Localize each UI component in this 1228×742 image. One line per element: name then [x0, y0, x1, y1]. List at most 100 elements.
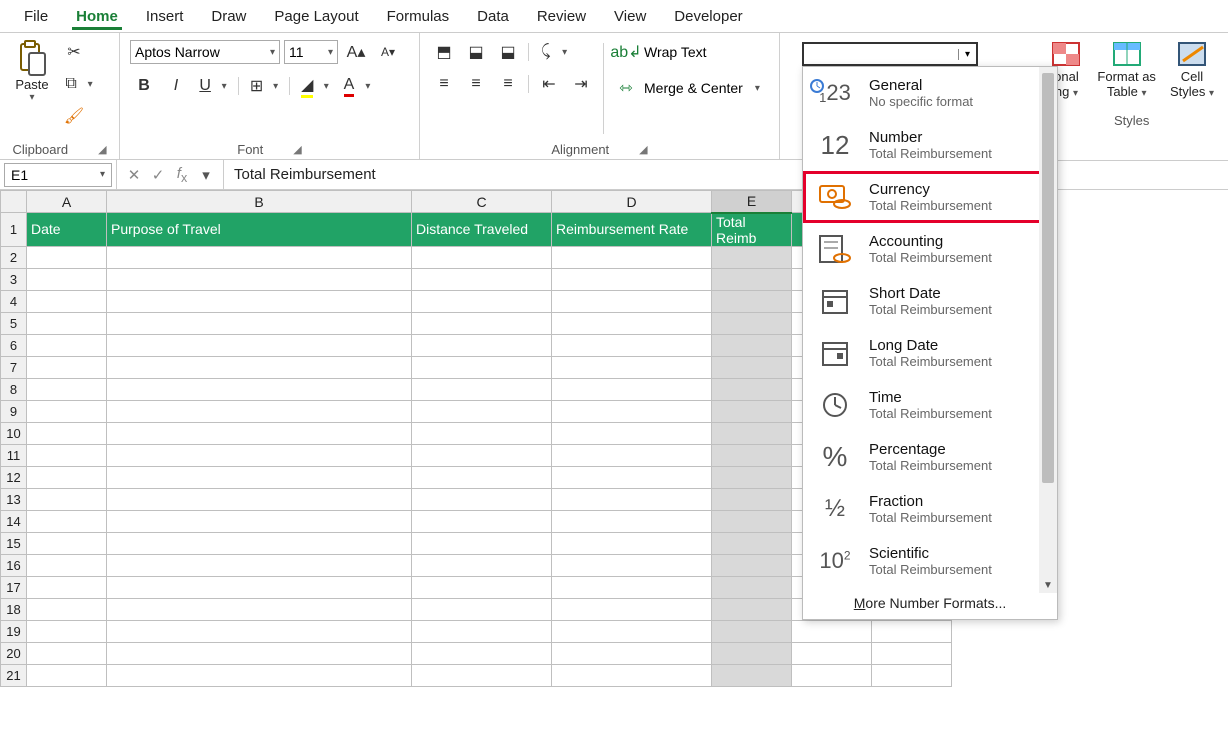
cell-E13[interactable]	[712, 488, 792, 510]
cell-H19[interactable]	[792, 620, 872, 642]
cell-E9[interactable]	[712, 400, 792, 422]
cell-C3[interactable]	[412, 268, 552, 290]
cell-C1[interactable]: Distance Traveled	[412, 213, 552, 247]
cut-button[interactable]: ✂	[60, 39, 88, 65]
number-format-item-currency[interactable]: Currency Total Reimbursement	[803, 171, 1057, 223]
row-header-7[interactable]: 7	[1, 356, 27, 378]
cell-A7[interactable]	[27, 356, 107, 378]
cell-B21[interactable]	[107, 664, 412, 686]
cell-D12[interactable]	[552, 466, 712, 488]
cell-D11[interactable]	[552, 444, 712, 466]
row-header-18[interactable]: 18	[1, 598, 27, 620]
cell-D17[interactable]	[552, 576, 712, 598]
cell-C15[interactable]	[412, 532, 552, 554]
cell-A14[interactable]	[27, 510, 107, 532]
cell-A1[interactable]: Date	[27, 213, 107, 247]
fill-color-button[interactable]: ◢▾	[296, 73, 334, 99]
more-number-formats-item[interactable]: More Number Formats...	[803, 587, 1057, 615]
cell-B16[interactable]	[107, 554, 412, 576]
cell-D7[interactable]	[552, 356, 712, 378]
row-header-4[interactable]: 4	[1, 290, 27, 312]
cell-H20[interactable]	[792, 642, 872, 664]
cell-E17[interactable]	[712, 576, 792, 598]
cell-A12[interactable]	[27, 466, 107, 488]
col-header-B[interactable]: B	[107, 191, 412, 213]
decrease-font-button[interactable]: A▾	[374, 39, 402, 65]
cell-D4[interactable]	[552, 290, 712, 312]
borders-button[interactable]: ⊞▾	[245, 73, 283, 99]
row-header-16[interactable]: 16	[1, 554, 27, 576]
font-size-combo[interactable]: 11▾	[284, 40, 338, 64]
row-header-11[interactable]: 11	[1, 444, 27, 466]
cell-C10[interactable]	[412, 422, 552, 444]
cell-E11[interactable]	[712, 444, 792, 466]
italic-button[interactable]: I	[162, 73, 190, 99]
cell-B5[interactable]	[107, 312, 412, 334]
row-header-20[interactable]: 20	[1, 642, 27, 664]
number-format-item-time[interactable]: Time Total Reimbursement	[803, 379, 1057, 431]
increase-font-button[interactable]: A▴	[342, 39, 370, 65]
number-format-item-percentage[interactable]: % Percentage Total Reimbursement	[803, 431, 1057, 483]
cell-B14[interactable]	[107, 510, 412, 532]
align-middle-button[interactable]: ⬓	[462, 39, 490, 65]
cell-E16[interactable]	[712, 554, 792, 576]
cell-B18[interactable]	[107, 598, 412, 620]
cell-C4[interactable]	[412, 290, 552, 312]
menu-review[interactable]: Review	[523, 4, 600, 29]
cell-B17[interactable]	[107, 576, 412, 598]
row-header-15[interactable]: 15	[1, 532, 27, 554]
cell-A8[interactable]	[27, 378, 107, 400]
cell-A10[interactable]	[27, 422, 107, 444]
copy-button[interactable]: ⧉▾	[60, 71, 98, 97]
cell-C7[interactable]	[412, 356, 552, 378]
cell-C9[interactable]	[412, 400, 552, 422]
row-header-21[interactable]: 21	[1, 664, 27, 686]
row-header-3[interactable]: 3	[1, 268, 27, 290]
cancel-formula-button[interactable]: ✕	[123, 166, 145, 184]
scrollbar[interactable]: ▼	[1039, 67, 1057, 593]
menu-data[interactable]: Data	[463, 4, 523, 29]
row-header-10[interactable]: 10	[1, 422, 27, 444]
row-header-8[interactable]: 8	[1, 378, 27, 400]
cell-B7[interactable]	[107, 356, 412, 378]
cell-A18[interactable]	[27, 598, 107, 620]
cell-D13[interactable]	[552, 488, 712, 510]
cell-E7[interactable]	[712, 356, 792, 378]
format-as-table-button[interactable]: Format as Table ▾	[1097, 39, 1156, 99]
cell-C16[interactable]	[412, 554, 552, 576]
cell-C13[interactable]	[412, 488, 552, 510]
enter-formula-button[interactable]: ✓	[147, 166, 169, 184]
cell-A5[interactable]	[27, 312, 107, 334]
number-format-item-fraction[interactable]: ½ Fraction Total Reimbursement	[803, 483, 1057, 535]
cell-C2[interactable]	[412, 246, 552, 268]
cell-C21[interactable]	[412, 664, 552, 686]
cell-C17[interactable]	[412, 576, 552, 598]
cell-D8[interactable]	[552, 378, 712, 400]
cell-B1[interactable]: Purpose of Travel	[107, 213, 412, 247]
number-format-combo[interactable]: ▾	[802, 42, 978, 66]
align-center-button[interactable]: ≡	[462, 71, 490, 97]
row-header-17[interactable]: 17	[1, 576, 27, 598]
underline-button[interactable]: U▾	[194, 73, 232, 99]
cell-E4[interactable]	[712, 290, 792, 312]
cell-B15[interactable]	[107, 532, 412, 554]
format-painter-button[interactable]: 🖌	[60, 103, 88, 129]
cell-B3[interactable]	[107, 268, 412, 290]
cell-A17[interactable]	[27, 576, 107, 598]
cell-E8[interactable]	[712, 378, 792, 400]
font-family-combo[interactable]: Aptos Narrow▾	[130, 40, 280, 64]
row-header-5[interactable]: 5	[1, 312, 27, 334]
cell-E10[interactable]	[712, 422, 792, 444]
cell-D18[interactable]	[552, 598, 712, 620]
cell-E3[interactable]	[712, 268, 792, 290]
menu-developer[interactable]: Developer	[660, 4, 756, 29]
cell-I20[interactable]	[872, 642, 952, 664]
cell-A9[interactable]	[27, 400, 107, 422]
cell-E18[interactable]	[712, 598, 792, 620]
dialog-launcher-icon[interactable]: ◢	[639, 143, 647, 156]
cell-B20[interactable]	[107, 642, 412, 664]
align-top-button[interactable]: ⬒	[430, 39, 458, 65]
col-header-A[interactable]: A	[27, 191, 107, 213]
row-header-2[interactable]: 2	[1, 246, 27, 268]
formula-input[interactable]: Total Reimbursement	[224, 166, 1228, 183]
